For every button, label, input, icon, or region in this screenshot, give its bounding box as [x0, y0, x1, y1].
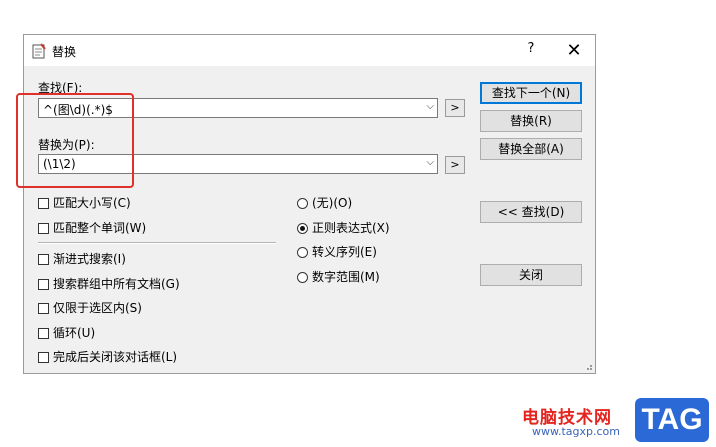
close-window-button[interactable]: ✕ [562, 40, 586, 62]
help-button[interactable]: ? [519, 41, 543, 61]
mode-number-range[interactable]: 数字范围(M) [297, 268, 380, 284]
checkbox-icon[interactable] [38, 254, 49, 265]
replace-dialog: 替换 ? ✕ 查找(F): ^(图\d)(.*)$ ⌵ > 替换为(P): (\… [16, 34, 596, 374]
title-bar: 替换 ? ✕ [24, 35, 595, 66]
separator [38, 242, 276, 244]
checkbox-icon[interactable] [38, 223, 49, 234]
notepad-icon [32, 43, 46, 59]
replace-history-button[interactable]: > [445, 156, 465, 174]
checkbox-icon[interactable] [38, 328, 49, 339]
option-close-after[interactable]: 完成后关闭该对话框(L) [38, 348, 177, 364]
chevron-down-icon[interactable]: ⌵ [426, 157, 434, 168]
highlight-annotation [16, 93, 134, 188]
replace-button[interactable]: 替换(R) [480, 110, 582, 132]
replace-all-button[interactable]: 替换全部(A) [480, 138, 582, 160]
watermark-logo: TAG [635, 398, 709, 442]
option-wrap-around[interactable]: 循环(U) [38, 324, 95, 340]
option-incremental-search[interactable]: 渐进式搜索(I) [38, 250, 126, 266]
close-button[interactable]: 关闭 [480, 264, 582, 286]
checkbox-icon[interactable] [38, 352, 49, 363]
find-history-button[interactable]: > [445, 99, 465, 117]
radio-icon[interactable] [297, 272, 308, 283]
dialog-title: 替换 [52, 45, 77, 59]
mode-regex[interactable]: 正则表达式(X) [297, 219, 390, 235]
find-toggle-button[interactable]: << 查找(D) [480, 201, 582, 223]
radio-selected-icon[interactable] [297, 223, 308, 234]
radio-icon[interactable] [297, 198, 308, 209]
chevron-down-icon[interactable]: ⌵ [426, 101, 434, 112]
mode-none[interactable]: (无)(O) [297, 194, 352, 210]
radio-icon[interactable] [297, 247, 308, 258]
checkbox-icon[interactable] [38, 303, 49, 314]
checkbox-icon[interactable] [38, 198, 49, 209]
find-next-button[interactable]: 查找下一个(N) [480, 82, 582, 104]
resize-grip-icon[interactable] [583, 361, 593, 371]
mode-escape-sequence[interactable]: 转义序列(E) [297, 243, 377, 259]
watermark-url: www.tagxp.com [532, 425, 620, 438]
option-selection-only[interactable]: 仅限于选区内(S) [38, 299, 142, 315]
option-search-all-documents[interactable]: 搜索群组中所有文档(G) [38, 275, 180, 291]
option-match-case[interactable]: 匹配大小写(C) [38, 194, 131, 210]
option-whole-word[interactable]: 匹配整个单词(W) [38, 219, 146, 235]
checkbox-icon[interactable] [38, 279, 49, 290]
